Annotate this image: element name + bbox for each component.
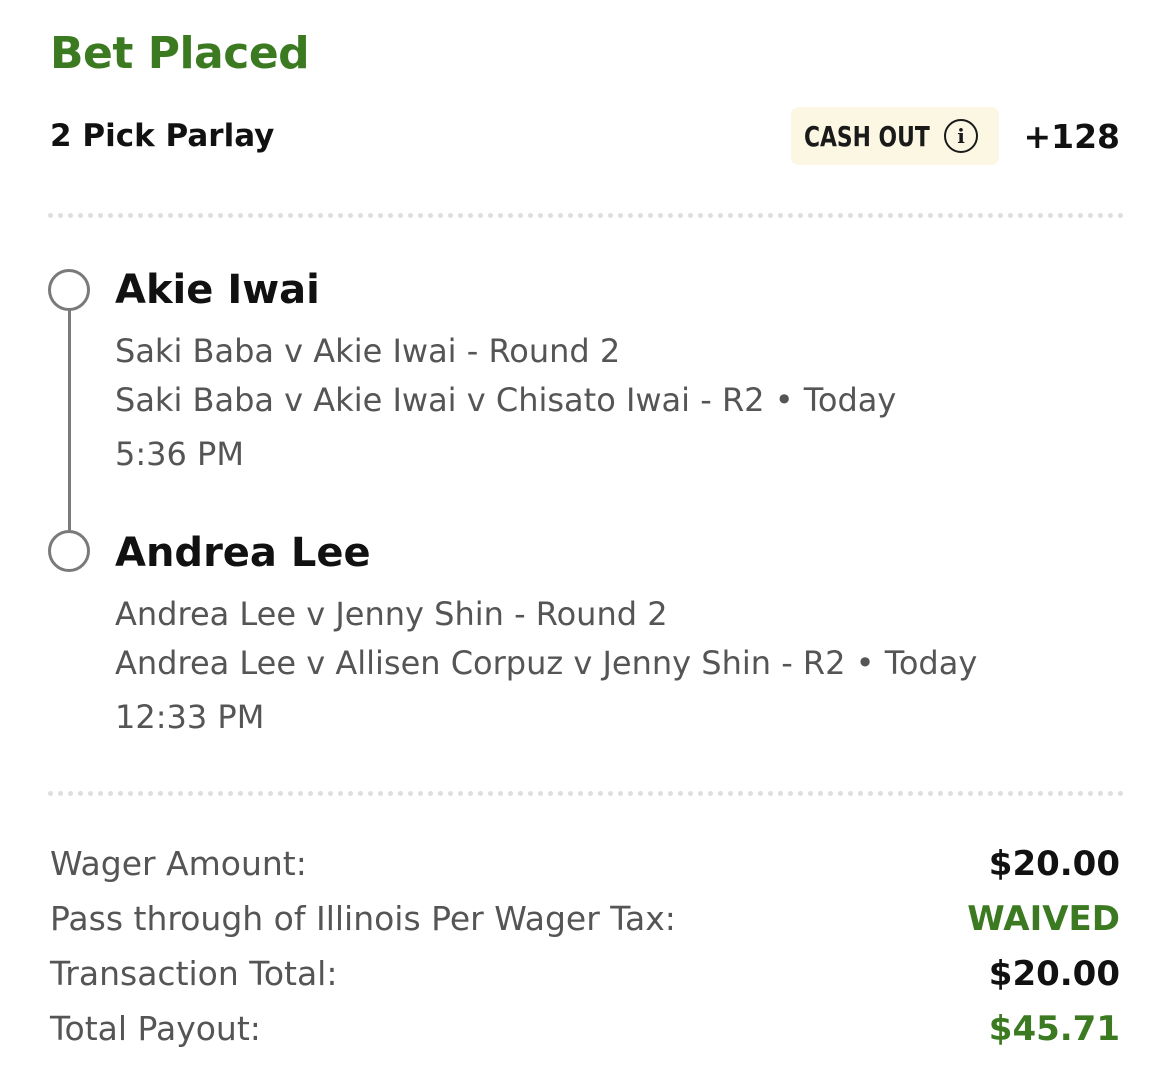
wager-amount-value: $20.00 [988, 844, 1120, 884]
divider [48, 791, 1124, 796]
leg-market: Saki Baba v Akie Iwai - Round 2 [115, 332, 621, 370]
cash-out-label: CASH OUT [804, 119, 930, 153]
parlay-odds: +128 [1023, 117, 1120, 156]
leg-status-circle-icon [48, 269, 90, 311]
transaction-total-label: Transaction Total: [50, 954, 338, 993]
page-title: Bet Placed [50, 28, 310, 79]
leg-selection: Andrea Lee [115, 530, 371, 576]
wager-amount-label: Wager Amount: [50, 844, 307, 883]
cash-out-button[interactable]: CASH OUT i [791, 107, 999, 165]
leg-event: Saki Baba v Akie Iwai v Chisato Iwai - R… [115, 381, 897, 419]
leg-event: Andrea Lee v Allisen Corpuz v Jenny Shin… [115, 644, 978, 682]
total-payout-value: $45.71 [988, 1009, 1120, 1049]
divider [48, 213, 1124, 218]
transaction-total-value: $20.00 [988, 954, 1120, 994]
bet-type-label: 2 Pick Parlay [50, 118, 275, 154]
leg-market: Andrea Lee v Jenny Shin - Round 2 [115, 595, 668, 633]
leg-selection: Akie Iwai [115, 267, 320, 313]
tax-value: WAIVED [967, 899, 1120, 939]
leg-status-circle-icon [48, 530, 90, 572]
timeline-connector [68, 306, 71, 534]
tax-label: Pass through of Illinois Per Wager Tax: [50, 899, 676, 938]
info-icon[interactable]: i [944, 119, 978, 153]
total-payout-label: Total Payout: [50, 1009, 261, 1048]
leg-time: 12:33 PM [115, 698, 265, 736]
leg-time: 5:36 PM [115, 435, 244, 473]
